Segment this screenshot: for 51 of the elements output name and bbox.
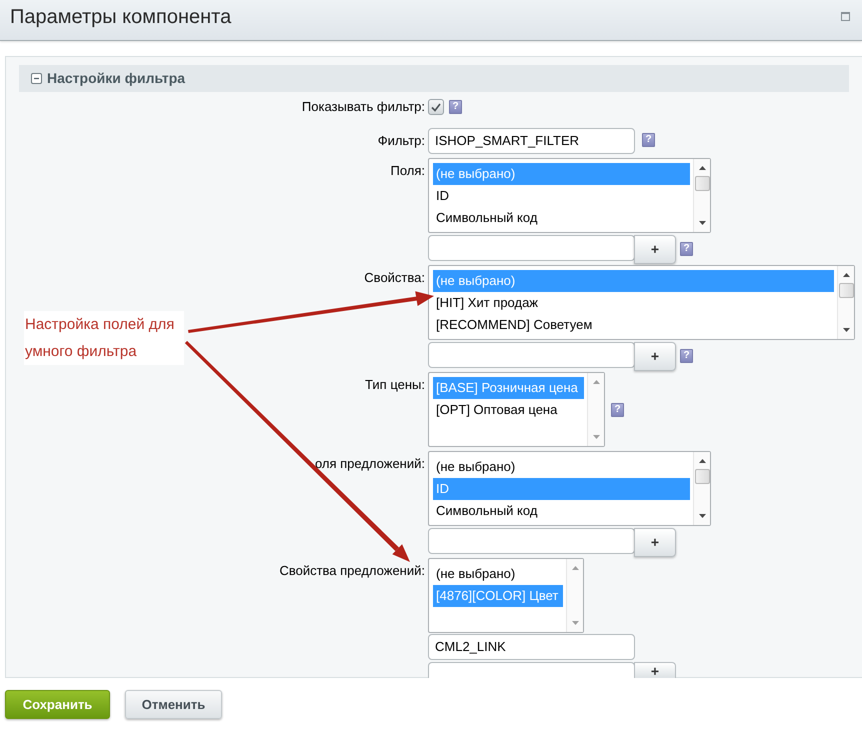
field-label: оля предложений: [314, 456, 425, 472]
section-title: Настройки фильтра [47, 69, 186, 88]
list-option[interactable]: [HIT] Хит продаж [433, 292, 834, 314]
input-field[interactable] [428, 342, 635, 368]
window-title: Параметры компонента [10, 4, 232, 28]
scroll-up-icon[interactable] [842, 273, 850, 277]
scroll-up-icon[interactable] [698, 459, 706, 463]
scrollbar[interactable] [693, 452, 710, 525]
scroll-down-icon[interactable] [842, 328, 850, 332]
list-box[interactable]: (не выбрано) [HIT] Хит продаж [RECOMMEND] Советуем [428, 265, 855, 340]
checkbox[interactable] [428, 99, 444, 115]
add-button[interactable]: + [634, 662, 676, 678]
field-label: Фильтр: [378, 133, 425, 149]
input-field[interactable]: ISHOP_SMART_FILTER [428, 128, 635, 154]
field-label: Поля: [390, 163, 425, 179]
maximize-icon[interactable] [841, 12, 850, 20]
list-box[interactable]: [BASE] Розничная цена [OPT] Оптовая цена [428, 372, 605, 447]
scrollbar[interactable] [837, 266, 854, 339]
field-label: Показывать фильтр: [302, 99, 425, 115]
scrollbar-thumb[interactable] [694, 469, 710, 484]
list-option[interactable]: ID [433, 185, 690, 207]
list-option[interactable]: [OPT] Оптовая цена [433, 399, 584, 421]
add-button[interactable]: + [634, 528, 676, 557]
scrollbar-thumb[interactable] [694, 176, 710, 191]
input-field[interactable]: CML2_LINK [428, 634, 635, 660]
input-field[interactable] [428, 528, 635, 554]
list-option[interactable]: (не выбрано) [433, 563, 563, 585]
list-box[interactable]: (не выбрано) [4876][COLOR] Цвет [428, 558, 584, 633]
check-icon [431, 102, 441, 112]
field-label: Тип цены: [365, 377, 425, 393]
scroll-down-icon[interactable] [698, 514, 706, 518]
input-field[interactable] [428, 235, 635, 261]
cancel-button[interactable]: Отменить [125, 690, 222, 719]
list-box[interactable]: (не выбрано) ID Символьный код [428, 158, 711, 233]
list-option[interactable]: [RECOMMEND] Советуем [433, 314, 834, 336]
list-box[interactable]: (не выбрано) ID Символьный код [428, 451, 711, 526]
scroll-up-icon[interactable] [698, 166, 706, 170]
add-button[interactable]: + [634, 342, 676, 371]
scrollbar-thumb[interactable] [838, 283, 854, 298]
scrollbar[interactable] [693, 159, 710, 232]
scroll-down-icon[interactable] [698, 221, 706, 225]
list-option[interactable]: Символьный код [433, 207, 690, 229]
list-option[interactable]: Символьный код [433, 500, 690, 522]
list-option[interactable]: (не выбрано) [433, 456, 690, 478]
add-button[interactable]: + [634, 235, 676, 264]
collapse-icon[interactable] [31, 73, 42, 84]
section-header[interactable]: Настройки фильтра [19, 65, 849, 92]
annotation-text: Настройка полей для умного фильтра [24, 311, 184, 365]
field-label: Свойства предложений: [279, 563, 425, 579]
input-field[interactable] [428, 662, 635, 678]
field-label: Свойства: [364, 270, 425, 286]
